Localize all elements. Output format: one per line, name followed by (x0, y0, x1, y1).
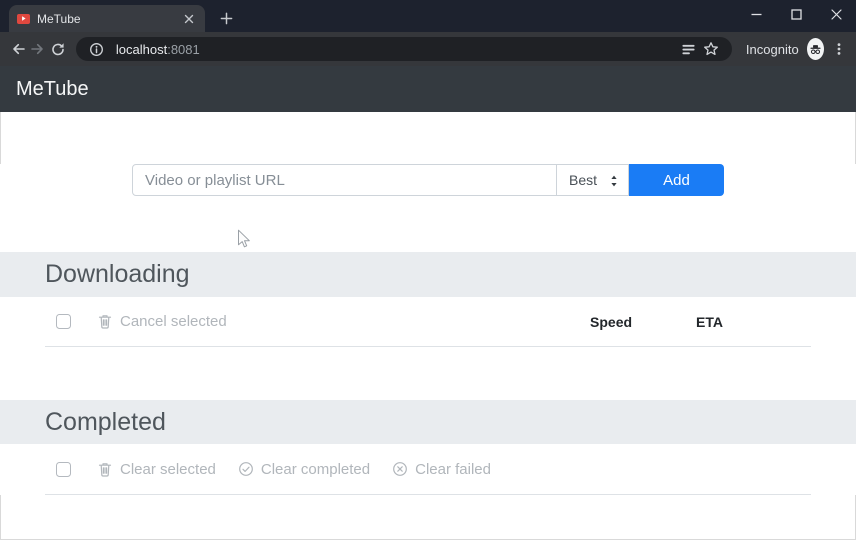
url-input[interactable] (132, 164, 557, 196)
browser-window: MeTube localhost:8081 Incognito MeTube V… (0, 0, 856, 540)
page-content: Best Add Downloading Cancel selected Spe… (0, 164, 856, 495)
check-circle-icon (238, 462, 253, 476)
app-brand: MeTube (16, 77, 89, 100)
trash-icon (98, 315, 112, 329)
side-panel-icon[interactable] (678, 38, 700, 60)
new-tab-button[interactable] (213, 5, 239, 31)
quality-select[interactable]: Best (557, 164, 629, 196)
completed-section-header: Completed (0, 400, 856, 444)
app-navbar: MeTube (0, 66, 856, 112)
cancel-selected-button[interactable]: Cancel selected (97, 313, 227, 330)
quality-selected-value: Best (569, 172, 598, 188)
url-host: localhost (115, 41, 168, 57)
incognito-badge-icon[interactable] (806, 38, 824, 60)
back-button[interactable] (8, 36, 28, 62)
url-text: localhost:8081 (116, 42, 678, 57)
clear-failed-label: Clear failed (415, 460, 491, 478)
site-info-icon[interactable] (86, 38, 108, 60)
browser-menu-icon[interactable] (830, 37, 848, 61)
cancel-selected-label: Cancel selected (120, 313, 227, 330)
tab-close-icon[interactable] (181, 11, 197, 27)
reload-button[interactable] (48, 36, 68, 62)
x-circle-icon (393, 462, 408, 476)
browser-tab[interactable]: MeTube (9, 5, 205, 32)
clear-failed-button[interactable]: Clear failed (392, 461, 491, 478)
tab-title: MeTube (37, 11, 81, 26)
clear-completed-label: Clear completed (260, 460, 371, 478)
eta-column-header: ETA (696, 313, 723, 330)
url-port: :8081 (167, 41, 200, 57)
clear-selected-button[interactable]: Clear selected (97, 461, 216, 478)
forward-button[interactable] (28, 36, 48, 62)
completed-actions-row: Clear selected Clear completed Clear fai… (45, 444, 811, 495)
address-bar[interactable]: localhost:8081 (75, 37, 732, 61)
select-caret-icon (611, 175, 617, 187)
trash-icon (98, 462, 112, 477)
downloading-select-all-checkbox[interactable] (56, 314, 71, 329)
downloading-actions-row: Cancel selected Speed ETA (45, 297, 811, 347)
speed-column-header: Speed (590, 313, 633, 330)
downloading-title: Downloading (45, 260, 190, 288)
maximize-button[interactable] (776, 0, 816, 28)
browser-toolbar: localhost:8081 Incognito (0, 32, 856, 66)
completed-select-all-checkbox[interactable] (56, 461, 71, 477)
metube-favicon-icon (17, 13, 30, 24)
incognito-label: Incognito (745, 41, 799, 57)
clear-completed-button[interactable]: Clear completed (238, 461, 370, 478)
window-controls (736, 0, 856, 28)
tab-strip: MeTube (0, 0, 856, 32)
clear-selected-label: Clear selected (120, 460, 216, 478)
minimize-button[interactable] (736, 0, 776, 28)
add-button[interactable]: Add (629, 164, 724, 196)
downloading-section-header: Downloading (0, 252, 856, 297)
add-download-form: Best Add (132, 164, 724, 196)
bookmark-star-icon[interactable] (700, 38, 722, 60)
close-window-button[interactable] (816, 0, 856, 28)
completed-title: Completed (45, 407, 166, 436)
